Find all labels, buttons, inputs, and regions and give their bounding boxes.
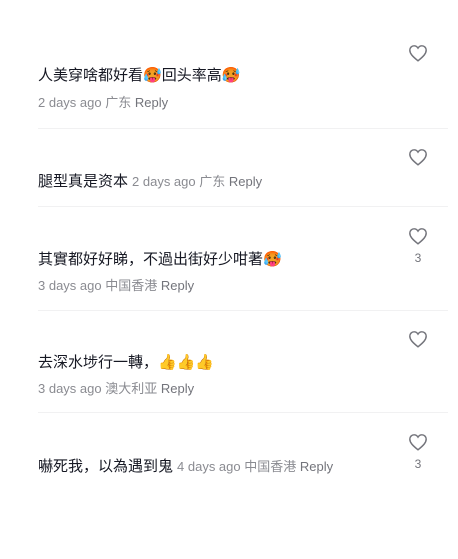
hot-face-emoji: 🥵	[143, 67, 162, 84]
heart-outline-icon	[409, 228, 427, 245]
reply-button[interactable]: Reply	[300, 459, 333, 474]
reply-button[interactable]: Reply	[229, 174, 262, 189]
comment-meta: 3 days ago 中国香港 Reply	[38, 277, 194, 295]
comment-location: 中国香港	[105, 278, 158, 293]
reply-button[interactable]: Reply	[161, 278, 194, 293]
reply-button[interactable]: Reply	[161, 381, 194, 396]
divider	[38, 206, 448, 207]
comment-meta: 4 days ago 中国香港 Reply	[177, 459, 333, 474]
comment-location: 中国香港	[244, 459, 297, 474]
like-button[interactable]	[406, 431, 430, 453]
comment-location: 广东	[199, 174, 226, 189]
comment-text: 人美穿啥都好看🥵回头率高🥵	[38, 67, 241, 84]
comment-text: 嚇死我，以為遇到鬼 4 days ago 中国香港 Reply	[38, 458, 334, 475]
comment-time: 3 days ago	[38, 381, 102, 396]
divider	[38, 310, 448, 311]
comment-meta: 3 days ago 澳大利亚 Reply	[38, 380, 194, 398]
comment-location: 广东	[105, 95, 132, 110]
comment-time: 3 days ago	[38, 278, 102, 293]
comment-text: 腿型真是资本 2 days ago 广东 Reply	[38, 173, 263, 190]
comment-time: 4 days ago	[177, 459, 241, 474]
heart-outline-icon	[409, 331, 427, 348]
comment-meta: 2 days ago 广东 Reply	[132, 174, 262, 189]
like-count: 3	[414, 251, 422, 265]
heart-outline-icon	[409, 149, 427, 166]
heart-outline-icon	[409, 45, 427, 62]
like-count: 3	[414, 457, 422, 471]
divider	[38, 412, 448, 413]
comment-location: 澳大利亚	[105, 381, 158, 396]
divider	[38, 128, 448, 129]
hot-face-emoji: 🥵	[263, 251, 282, 268]
comment-text: 去深水埗行一轉，👍👍👍	[38, 354, 215, 371]
comment-time: 2 days ago	[38, 95, 102, 110]
comment-time: 2 days ago	[132, 174, 196, 189]
like-button[interactable]	[406, 225, 430, 247]
hot-face-emoji: 🥵	[221, 67, 241, 84]
comment-meta: 2 days ago 广东 Reply	[38, 94, 168, 112]
reply-button[interactable]: Reply	[135, 95, 168, 110]
like-button[interactable]	[406, 146, 430, 168]
like-button[interactable]	[406, 328, 430, 350]
comment-text: 其實都好好睇，不過出街好少咁著🥵	[38, 251, 282, 268]
thumbs-up-emoji: 👍👍👍	[158, 354, 215, 371]
like-button[interactable]	[406, 42, 430, 64]
heart-outline-icon	[409, 434, 427, 451]
